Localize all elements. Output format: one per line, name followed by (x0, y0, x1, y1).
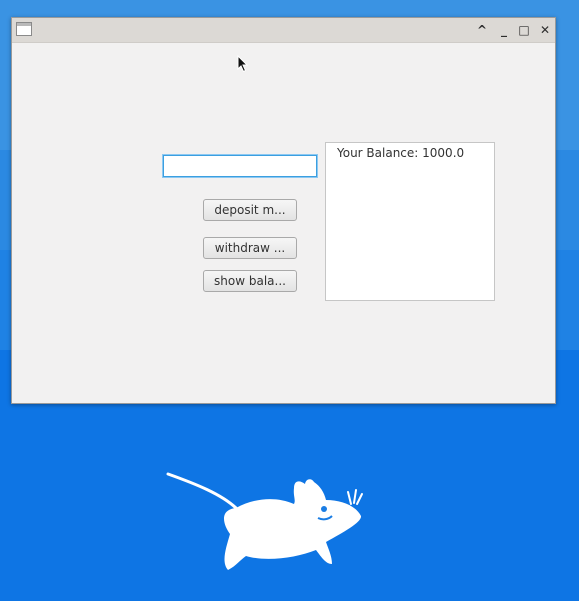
window-titlebar[interactable]: ^ _ □ ✕ (12, 18, 555, 43)
minimize-button[interactable]: _ (497, 23, 511, 37)
mouse-pointer-icon (237, 55, 249, 73)
desktop: ^ _ □ ✕ deposit m... withdraw ... show b… (0, 0, 579, 601)
xfce-mouse-icon (166, 472, 363, 570)
window-content: deposit m... withdraw ... show bala... Y… (12, 43, 555, 403)
maximize-button[interactable]: □ (517, 23, 531, 37)
window-app-icon[interactable] (16, 22, 32, 36)
shade-button[interactable]: ^ (475, 23, 489, 37)
balance-output-area[interactable]: Your Balance: 1000.0 (325, 142, 495, 301)
close-button[interactable]: ✕ (538, 23, 552, 37)
show-balance-button[interactable]: show bala... (203, 270, 297, 292)
app-window: ^ _ □ ✕ deposit m... withdraw ... show b… (11, 17, 556, 404)
amount-input[interactable] (163, 155, 317, 177)
withdraw-button[interactable]: withdraw ... (203, 237, 297, 259)
deposit-button[interactable]: deposit m... (203, 199, 297, 221)
